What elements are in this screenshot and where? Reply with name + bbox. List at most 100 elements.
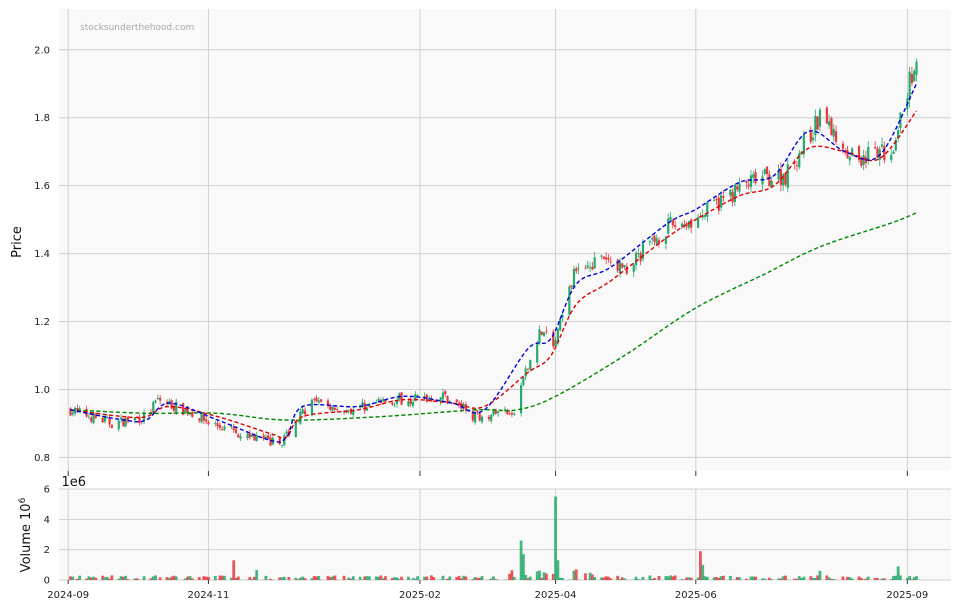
candle-body	[669, 217, 672, 221]
candle-body	[110, 424, 113, 428]
volume-bar	[754, 576, 757, 580]
volume-y-tick-label: 0	[44, 576, 50, 587]
candle-body	[301, 409, 304, 414]
candle-body	[816, 116, 819, 130]
volume-bar	[544, 573, 548, 580]
volume-bar	[142, 576, 146, 580]
volume-bar	[512, 576, 516, 580]
volume-bar	[432, 577, 436, 580]
candle-body	[749, 175, 753, 187]
candle-body	[476, 410, 479, 412]
volume-bar	[342, 575, 346, 580]
volume-bar	[174, 576, 178, 580]
volume-bar	[561, 577, 564, 580]
price-y-tick-label: 1.8	[34, 113, 50, 124]
volume-bar	[416, 576, 420, 580]
candle-body	[609, 261, 612, 263]
candle-body	[655, 238, 658, 245]
candle-body	[336, 409, 339, 411]
candle-body	[87, 416, 90, 418]
candle-body	[207, 421, 210, 424]
candle-body	[745, 181, 748, 183]
volume-bar	[126, 579, 130, 580]
candle-body	[106, 417, 109, 419]
candle-body	[409, 399, 412, 405]
candle-body	[117, 420, 120, 430]
candle-body	[200, 412, 203, 423]
x-tick-label: 2024-09	[47, 590, 89, 601]
candle-body	[480, 416, 484, 423]
candle-body	[303, 410, 307, 415]
candle-body	[784, 173, 787, 185]
volume-bar	[110, 575, 114, 580]
candle-body	[216, 423, 219, 427]
volume-y-axis-label: Volume 106	[18, 497, 34, 572]
candle-body	[811, 137, 815, 141]
candle-body	[832, 128, 835, 137]
volume-bar	[358, 576, 362, 580]
candle-body	[363, 402, 366, 411]
volume-bar	[78, 575, 82, 580]
volume-bar	[384, 576, 387, 580]
candle-body	[634, 252, 638, 266]
candle-body	[674, 225, 677, 227]
volume-bar	[213, 575, 217, 580]
volume-bar	[784, 575, 787, 580]
candle-body	[690, 219, 693, 228]
candle-body	[729, 189, 732, 196]
candle-body	[577, 267, 580, 269]
candle-body	[234, 429, 238, 434]
candle-body	[809, 131, 812, 142]
candle-body	[285, 431, 288, 434]
volume-bar	[223, 575, 226, 580]
volume-bar	[287, 577, 291, 580]
candle-body	[687, 221, 691, 228]
volume-bar	[770, 579, 774, 580]
candle-body	[717, 197, 720, 211]
volume-bar	[722, 575, 725, 580]
candle-body	[818, 109, 822, 127]
candle-body	[765, 166, 769, 175]
candle-body	[529, 360, 532, 370]
volume-bar	[464, 576, 468, 580]
candle-body	[90, 417, 93, 422]
candle-body	[910, 73, 914, 84]
candle-body	[720, 195, 723, 208]
candle-body	[159, 397, 162, 401]
candle-body	[623, 265, 626, 267]
candle-body	[706, 202, 709, 217]
volume-bar	[641, 576, 645, 580]
candle-body	[559, 318, 562, 331]
candle-body	[441, 392, 445, 400]
volume-bar	[441, 575, 445, 580]
candle-body	[593, 257, 596, 269]
candle-body	[313, 399, 316, 400]
candle-body	[319, 399, 323, 402]
candle-body	[575, 268, 578, 272]
candle-body	[621, 263, 624, 268]
candle-body	[101, 417, 104, 423]
candle-body	[411, 402, 415, 406]
candle-body	[510, 412, 513, 415]
candle-body	[722, 196, 725, 198]
candle-body	[703, 214, 707, 217]
candle-body	[317, 400, 320, 403]
candle-body	[768, 174, 771, 187]
volume-panel	[59, 489, 951, 580]
candle-body	[830, 117, 833, 136]
volume-bar	[448, 576, 452, 580]
candle-body	[221, 429, 224, 431]
volume-bar	[190, 578, 194, 580]
candle-body	[848, 157, 851, 161]
candle-body	[78, 408, 81, 410]
volume-label-unit: 10	[19, 503, 34, 520]
candle-body	[267, 435, 270, 440]
candle-body	[214, 423, 217, 424]
candle-body	[545, 330, 548, 332]
volume-bar	[351, 576, 355, 580]
volume-bar	[728, 575, 732, 580]
candle-body	[103, 417, 107, 422]
volume-offset-text: 1e6	[61, 475, 86, 490]
volume-bar	[71, 576, 75, 580]
candle-body	[280, 445, 284, 446]
